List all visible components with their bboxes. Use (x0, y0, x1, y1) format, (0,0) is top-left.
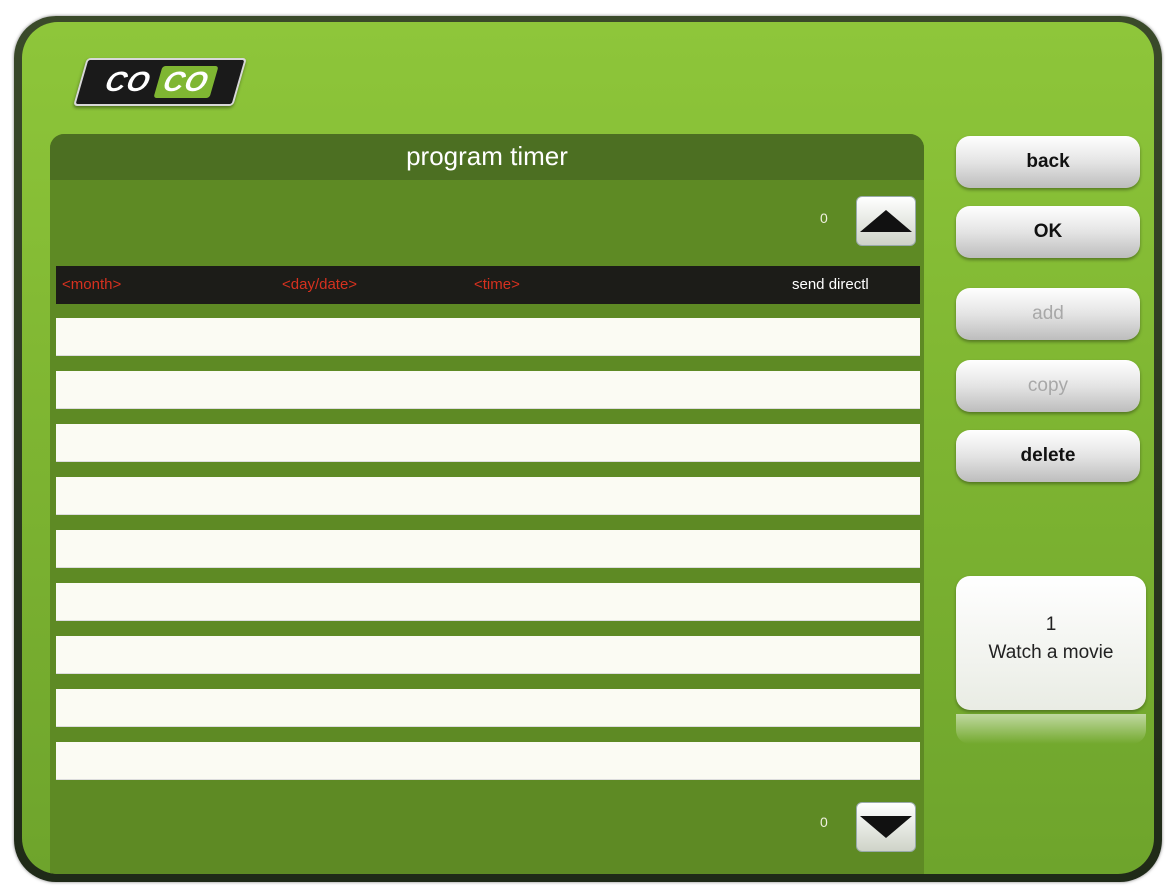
scroll-up-button[interactable] (856, 196, 916, 246)
program-timer-panel: program timer 0 <month> <day/date> <time… (50, 134, 924, 874)
delete-button[interactable]: delete (956, 430, 1140, 482)
logo-part-2: CO (153, 66, 219, 98)
table-row[interactable] (56, 583, 920, 621)
add-button[interactable]: add (956, 288, 1140, 340)
bottom-scroll-counter: 0 (820, 814, 828, 830)
panel-title: program timer (50, 134, 924, 180)
triangle-up-icon (860, 210, 912, 232)
table-row[interactable] (56, 742, 920, 780)
scroll-down-button[interactable] (856, 802, 916, 852)
channel-name: Watch a movie (988, 642, 1114, 663)
ok-button[interactable]: OK (956, 206, 1140, 258)
channel-card[interactable]: 1 Watch a movie (956, 576, 1146, 710)
timer-list (56, 318, 920, 795)
table-row[interactable] (56, 424, 920, 462)
table-row[interactable] (56, 371, 920, 409)
channel-card-reflection (956, 714, 1146, 744)
device-screen: CO CO program timer 0 <month> <day/date>… (22, 22, 1154, 874)
table-row[interactable] (56, 530, 920, 568)
table-row[interactable] (56, 318, 920, 356)
table-row[interactable] (56, 477, 920, 515)
top-scroll-counter: 0 (820, 210, 828, 226)
logo-part-1: CO (101, 66, 155, 97)
triangle-down-icon (860, 816, 912, 838)
header-month[interactable]: <month> (62, 266, 121, 304)
table-header: <month> <day/date> <time> send directl (56, 266, 920, 304)
header-time[interactable]: <time> (474, 266, 520, 304)
header-send-direct: send directl (792, 276, 869, 293)
table-row[interactable] (56, 636, 920, 674)
channel-number: 1 (1045, 614, 1057, 635)
table-row[interactable] (56, 689, 920, 727)
back-button[interactable]: back (956, 136, 1140, 188)
coco-logo: CO CO (73, 58, 247, 106)
copy-button[interactable]: copy (956, 360, 1140, 412)
header-day-date[interactable]: <day/date> (282, 266, 357, 304)
